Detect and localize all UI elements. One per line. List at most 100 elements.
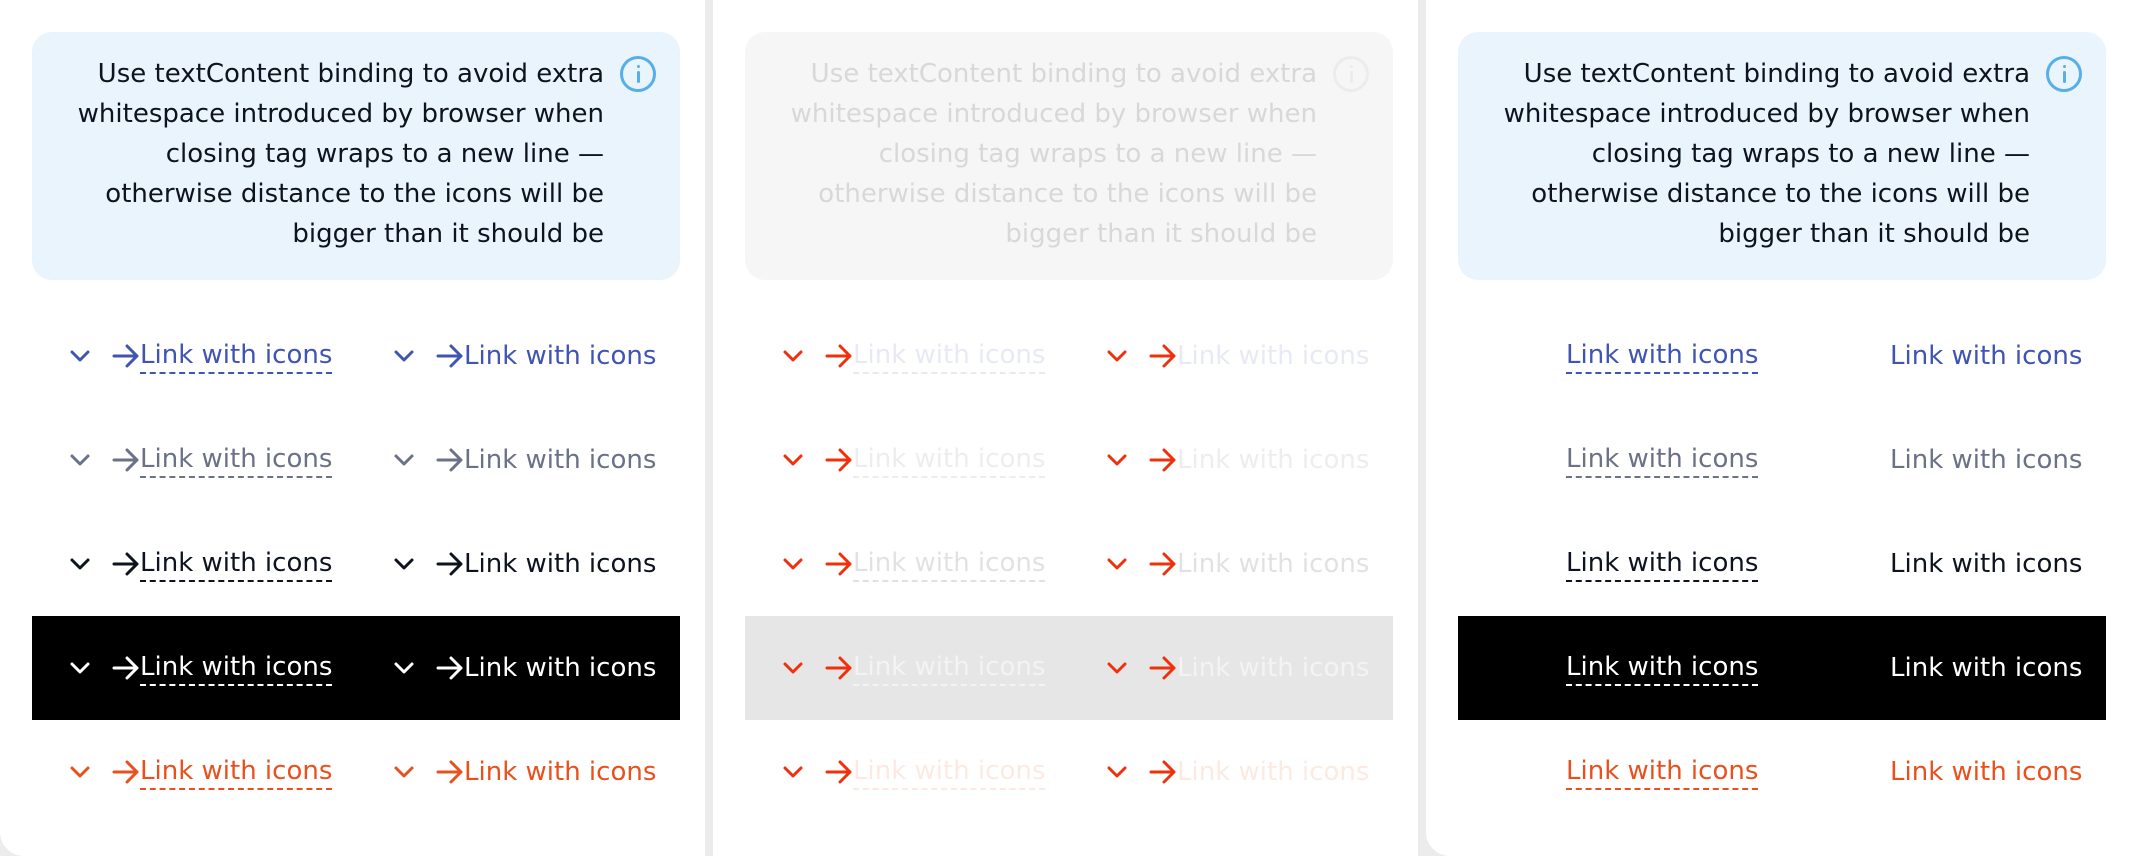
link-label: Link with icons xyxy=(1566,650,1759,686)
link-plain[interactable]: Link with icons xyxy=(1105,304,1369,408)
arrow-right-icon xyxy=(825,448,852,472)
link-label: Link with icons xyxy=(1890,445,2083,475)
link-underlined[interactable]: Link with icons xyxy=(781,408,1046,512)
chevron-down-icon xyxy=(70,558,90,570)
link-plain[interactable]: Link with icons xyxy=(1818,304,2082,408)
link-underlined[interactable]: Link with icons xyxy=(68,408,333,512)
info-note-text: Use textContent binding to avoid extra w… xyxy=(1503,59,2030,249)
link-label: Link with icons xyxy=(853,546,1046,582)
chevron-down-icon xyxy=(783,454,803,466)
link-underlined[interactable]: Link with icons xyxy=(68,512,333,616)
chevron-down-icon xyxy=(1107,766,1127,778)
link-row-accent: Link with icons Link with icons xyxy=(32,720,680,824)
link-label: Link with icons xyxy=(1566,754,1759,790)
chevron-down-icon xyxy=(394,662,414,674)
arrow-right-icon xyxy=(1149,552,1176,576)
link-underlined[interactable]: Link with icons xyxy=(1494,616,1759,720)
arrow-right-icon xyxy=(436,656,463,680)
link-label: Link with icons xyxy=(1890,341,2083,371)
link-row-gray: Link with icons Link with icons xyxy=(745,408,1393,512)
arrow-right-icon xyxy=(112,344,139,368)
chevron-down-icon xyxy=(783,766,803,778)
link-label: Link with icons xyxy=(853,338,1046,374)
link-underlined[interactable]: Link with icons xyxy=(68,304,333,408)
arrow-right-icon xyxy=(1149,760,1176,784)
arrow-right-icon xyxy=(436,760,463,784)
arrow-right-icon xyxy=(825,552,852,576)
link-plain[interactable]: Link with icons xyxy=(1818,408,2082,512)
link-underlined[interactable]: Link with icons xyxy=(781,616,1046,720)
link-label: Link with icons xyxy=(1177,653,1370,683)
chevron-down-icon xyxy=(394,766,414,778)
link-plain[interactable]: Link with icons xyxy=(392,408,656,512)
panel-icons-only: Use textContent binding to avoid extra w… xyxy=(713,0,1418,856)
arrow-right-icon xyxy=(112,552,139,576)
arrow-right-icon xyxy=(1149,344,1176,368)
link-row-dark: Link with icons Link with icons xyxy=(745,512,1393,616)
link-row-dark: Link with icons Link with icons xyxy=(32,512,680,616)
arrow-right-icon xyxy=(436,344,463,368)
chevron-down-icon xyxy=(394,558,414,570)
link-label: Link with icons xyxy=(140,650,333,686)
chevron-down-icon xyxy=(70,662,90,674)
arrow-right-icon xyxy=(112,760,139,784)
link-underlined[interactable]: Link with icons xyxy=(68,616,333,720)
info-circle-icon xyxy=(2046,56,2082,92)
chevron-down-icon xyxy=(70,454,90,466)
link-row-inverse: Link with icons Link with icons xyxy=(32,616,680,720)
link-label: Link with icons xyxy=(140,338,333,374)
chevron-down-icon xyxy=(394,350,414,362)
link-underlined[interactable]: Link with icons xyxy=(781,512,1046,616)
chevron-down-icon xyxy=(1107,350,1127,362)
link-label: Link with icons xyxy=(1566,338,1759,374)
info-note-text: Use textContent binding to avoid extra w… xyxy=(790,59,1317,249)
link-underlined[interactable]: Link with icons xyxy=(1494,304,1759,408)
link-plain[interactable]: Link with icons xyxy=(392,616,656,720)
link-plain[interactable]: Link with icons xyxy=(1818,720,2082,824)
link-label: Link with icons xyxy=(1177,757,1370,787)
link-underlined[interactable]: Link with icons xyxy=(1494,408,1759,512)
link-plain[interactable]: Link with icons xyxy=(1105,616,1369,720)
link-row-gray: Link with icons Link with icons xyxy=(1458,408,2106,512)
link-underlined[interactable]: Link with icons xyxy=(781,720,1046,824)
link-plain[interactable]: Link with icons xyxy=(1105,720,1369,824)
arrow-right-icon xyxy=(436,552,463,576)
arrow-right-icon xyxy=(825,760,852,784)
arrow-right-icon xyxy=(1149,448,1176,472)
link-label: Link with icons xyxy=(853,650,1046,686)
link-plain[interactable]: Link with icons xyxy=(1105,512,1369,616)
link-plain[interactable]: Link with icons xyxy=(392,304,656,408)
link-label: Link with icons xyxy=(1566,442,1759,478)
link-plain[interactable]: Link with icons xyxy=(1818,512,2082,616)
page: Use textContent binding to avoid extra w… xyxy=(0,0,2136,856)
link-plain[interactable]: Link with icons xyxy=(1818,616,2082,720)
link-underlined[interactable]: Link with icons xyxy=(1494,512,1759,616)
link-plain[interactable]: Link with icons xyxy=(392,512,656,616)
link-label: Link with icons xyxy=(1177,445,1370,475)
arrow-right-icon xyxy=(825,344,852,368)
chevron-down-icon xyxy=(783,558,803,570)
link-label: Link with icons xyxy=(464,653,657,683)
chevron-down-icon xyxy=(783,662,803,674)
link-label: Link with icons xyxy=(1890,653,2083,683)
arrow-right-icon xyxy=(112,656,139,680)
panel-text-only: Use textContent binding to avoid extra w… xyxy=(1426,0,2136,856)
link-label: Link with icons xyxy=(853,754,1046,790)
info-note: Use textContent binding to avoid extra w… xyxy=(1458,32,2106,280)
link-label: Link with icons xyxy=(464,341,657,371)
chevron-down-icon xyxy=(1107,454,1127,466)
link-row-brand: Link with icons Link with icons xyxy=(1458,304,2106,408)
link-plain[interactable]: Link with icons xyxy=(1105,408,1369,512)
arrow-right-icon xyxy=(436,448,463,472)
link-row-gray: Link with icons Link with icons xyxy=(32,408,680,512)
link-underlined[interactable]: Link with icons xyxy=(1494,720,1759,824)
link-label: Link with icons xyxy=(853,442,1046,478)
link-label: Link with icons xyxy=(1890,757,2083,787)
info-circle-icon xyxy=(620,56,656,92)
chevron-down-icon xyxy=(394,454,414,466)
link-label: Link with icons xyxy=(1177,341,1370,371)
link-underlined[interactable]: Link with icons xyxy=(781,304,1046,408)
link-plain[interactable]: Link with icons xyxy=(392,720,656,824)
link-row-dark: Link with icons Link with icons xyxy=(1458,512,2106,616)
link-underlined[interactable]: Link with icons xyxy=(68,720,333,824)
